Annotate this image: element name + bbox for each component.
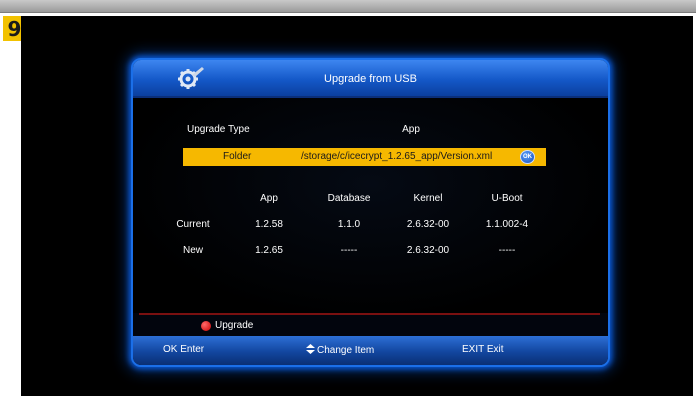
footer-bar: OK Enter Change Item EXIT Exit <box>133 336 608 365</box>
top-bar <box>0 0 696 13</box>
dialog-body: Upgrade Type App Folder /storage/c/icecr… <box>133 98 608 313</box>
current-kernel-version: 2.6.32-00 <box>406 219 450 230</box>
folder-label: Folder <box>223 151 252 162</box>
footer-exit: EXIT Exit <box>462 344 504 355</box>
upgrade-type-label: Upgrade Type <box>187 124 250 135</box>
column-header-kernel: Kernel <box>413 193 443 204</box>
up-down-arrow-icon <box>306 344 315 354</box>
new-kernel-version: 2.6.32-00 <box>406 245 450 256</box>
red-button-icon <box>201 321 211 331</box>
current-app-version: 1.2.58 <box>255 219 283 230</box>
footer-ok-enter: OK Enter <box>163 344 205 355</box>
upgrade-dialog: Upgrade from USB Upgrade Type App Folder… <box>131 58 610 367</box>
upgrade-type-selector[interactable]: App <box>381 124 441 135</box>
folder-path: /storage/c/icecrypt_1.2.65_app/Version.x… <box>301 151 493 162</box>
footer-change-item: Change Item <box>306 344 374 356</box>
new-uboot-version: ----- <box>498 245 516 256</box>
row-label-new: New <box>182 245 203 256</box>
hint-divider <box>139 313 600 315</box>
dialog-header: Upgrade from USB <box>133 60 608 96</box>
current-uboot-version: 1.1.002-4 <box>485 219 529 230</box>
column-header-uboot: U-Boot <box>491 193 523 204</box>
footer-change-item-label: Change Item <box>317 345 375 356</box>
new-app-version: 1.2.65 <box>255 245 283 256</box>
column-header-app: App <box>260 193 278 204</box>
dialog-title: Upgrade from USB <box>324 73 417 85</box>
ok-button-icon[interactable]: OK <box>520 150 535 164</box>
row-label-current: Current <box>176 219 210 230</box>
folder-row[interactable]: Folder /storage/c/icecrypt_1.2.65_app/Ve… <box>183 148 546 166</box>
new-database-version: ----- <box>340 245 358 256</box>
tv-screen: Upgrade from USB Upgrade Type App Folder… <box>21 16 693 396</box>
upgrade-hint[interactable]: Upgrade <box>133 316 608 336</box>
upgrade-label: Upgrade <box>215 320 254 331</box>
current-database-version: 1.1.0 <box>337 219 361 230</box>
column-header-database: Database <box>327 193 371 204</box>
